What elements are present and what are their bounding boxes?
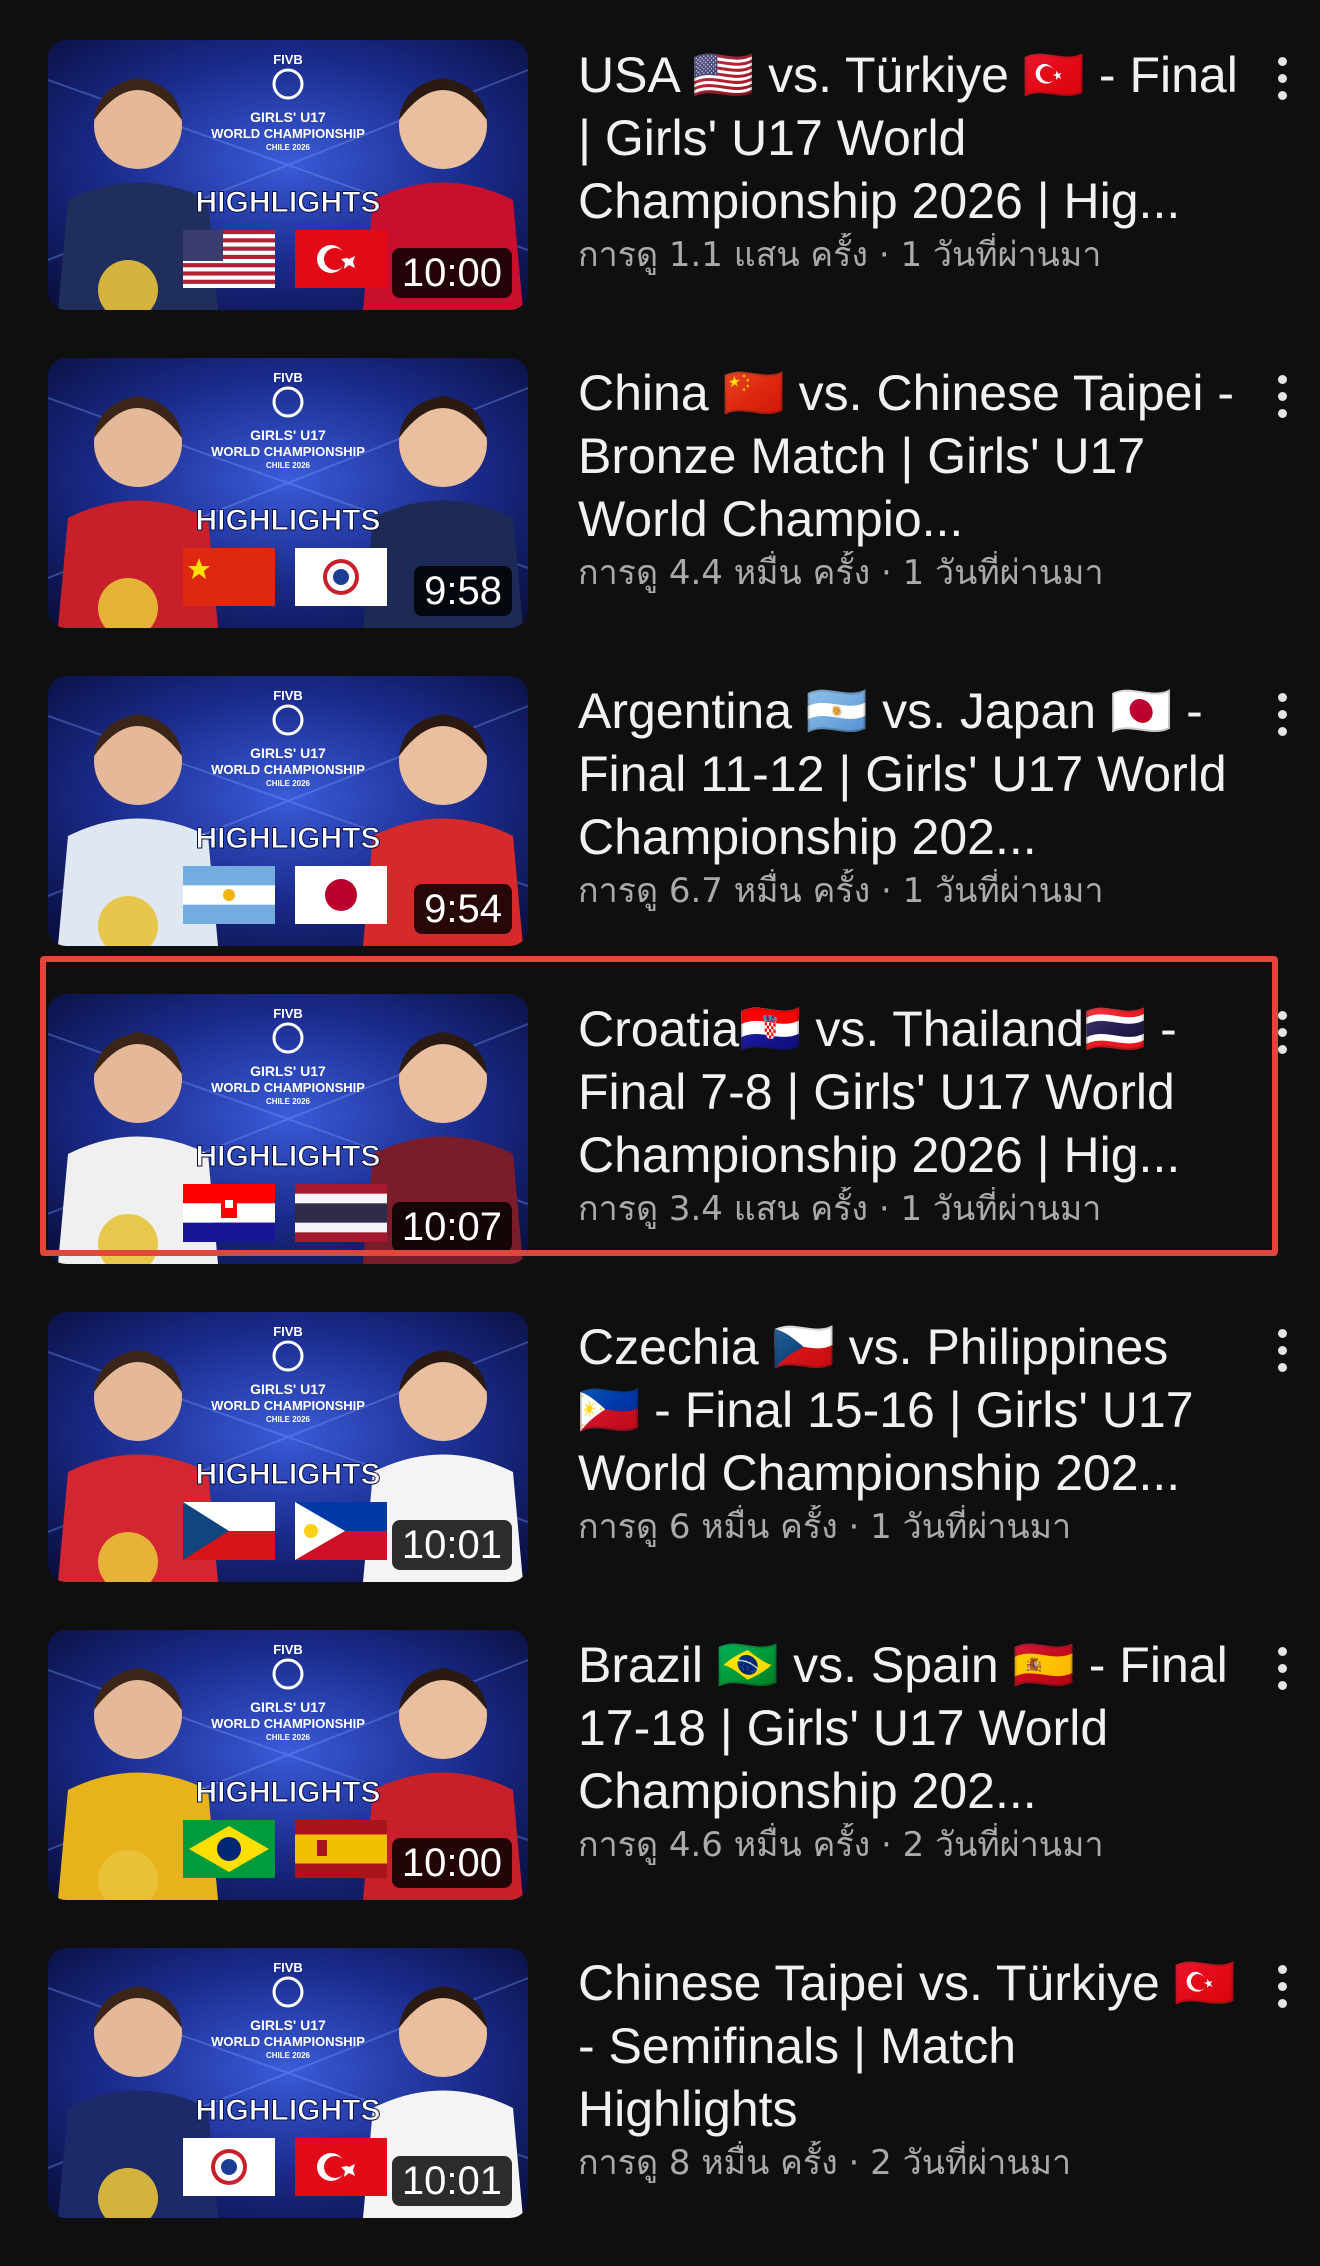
svg-text:HIGHLIGHTS: HIGHLIGHTS (196, 504, 381, 537)
video-meta: การดู 4.6 หมื่น ครั้ง · 2 วันที่ผ่านมา (578, 1825, 1104, 1865)
video-thumbnail[interactable]: FIVB GIRLS' U17 WORLD CHAMPIONSHIP CHILE… (48, 358, 528, 628)
svg-text:FIVB: FIVB (273, 1324, 303, 1339)
svg-text:WORLD CHAMPIONSHIP: WORLD CHAMPIONSHIP (211, 444, 365, 459)
more-options-icon[interactable] (1262, 1320, 1302, 1380)
svg-text:GIRLS' U17: GIRLS' U17 (250, 427, 326, 443)
team-flag-left (183, 866, 275, 924)
svg-text:HIGHLIGHTS: HIGHLIGHTS (196, 186, 381, 219)
svg-text:HIGHLIGHTS: HIGHLIGHTS (196, 822, 381, 855)
team-flag-left (183, 230, 275, 288)
video-title[interactable]: Argentina 🇦🇷 vs. Japan 🇯🇵 - Final 11-12 … (578, 680, 1242, 869)
video-info[interactable]: Chinese Taipei vs. Türkiye 🇹🇷 - Semifina… (578, 1952, 1242, 2185)
svg-text:CHILE 2026: CHILE 2026 (266, 461, 311, 470)
video-item[interactable]: FIVB GIRLS' U17 WORLD CHAMPIONSHIP CHILE… (0, 40, 1320, 358)
video-duration: 9:54 (414, 884, 512, 934)
video-duration: 10:00 (391, 1838, 512, 1888)
svg-text:CHILE 2026: CHILE 2026 (266, 1415, 311, 1424)
video-item[interactable]: FIVB GIRLS' U17 WORLD CHAMPIONSHIP CHILE… (0, 1312, 1320, 1630)
svg-text:FIVB: FIVB (273, 52, 303, 67)
video-thumbnail[interactable]: FIVB GIRLS' U17 WORLD CHAMPIONSHIP CHILE… (48, 40, 528, 310)
team-flag-left (183, 1820, 275, 1878)
svg-text:CHILE 2026: CHILE 2026 (266, 779, 311, 788)
video-duration: 10:01 (391, 2156, 512, 2206)
svg-text:GIRLS' U17: GIRLS' U17 (250, 745, 326, 761)
video-title[interactable]: Brazil 🇧🇷 vs. Spain 🇪🇸 - Final 17-18 | G… (578, 1634, 1242, 1823)
team-flag-right (295, 2138, 387, 2196)
team-flag-left (183, 548, 275, 606)
video-title[interactable]: China 🇨🇳 vs. Chinese Taipei - Bronze Mat… (578, 362, 1242, 551)
svg-text:GIRLS' U17: GIRLS' U17 (250, 1699, 326, 1715)
svg-text:CHILE 2026: CHILE 2026 (266, 143, 311, 152)
video-meta: การดู 1.1 แสน ครั้ง · 1 วันที่ผ่านมา (578, 235, 1102, 275)
svg-text:WORLD CHAMPIONSHIP: WORLD CHAMPIONSHIP (211, 126, 365, 141)
svg-text:FIVB: FIVB (273, 1960, 303, 1975)
svg-text:FIVB: FIVB (273, 1642, 303, 1657)
team-flag-right (295, 548, 387, 606)
team-flag-right (295, 230, 387, 288)
team-flag-left (183, 2138, 275, 2196)
svg-text:HIGHLIGHTS: HIGHLIGHTS (196, 1776, 381, 1809)
video-info[interactable]: Brazil 🇧🇷 vs. Spain 🇪🇸 - Final 17-18 | G… (578, 1634, 1242, 1867)
video-title[interactable]: Czechia 🇨🇿 vs. Philippines 🇵🇭 - Final 15… (578, 1316, 1242, 1505)
video-thumbnail[interactable]: FIVB GIRLS' U17 WORLD CHAMPIONSHIP CHILE… (48, 1630, 528, 1900)
team-flag-right (295, 1502, 387, 1560)
video-meta: การดู 8 หมื่น ครั้ง · 2 วันที่ผ่านมา (578, 2143, 1072, 2183)
svg-text:GIRLS' U17: GIRLS' U17 (250, 1381, 326, 1397)
video-info[interactable]: China 🇨🇳 vs. Chinese Taipei - Bronze Mat… (578, 362, 1242, 595)
video-item[interactable]: FIVB GIRLS' U17 WORLD CHAMPIONSHIP CHILE… (0, 358, 1320, 676)
video-meta: การดู 6 หมื่น ครั้ง · 1 วันที่ผ่านมา (578, 1507, 1072, 1547)
more-options-icon[interactable] (1262, 1638, 1302, 1698)
svg-text:HIGHLIGHTS: HIGHLIGHTS (196, 1458, 381, 1491)
video-duration: 10:00 (391, 248, 512, 298)
video-item[interactable]: FIVB GIRLS' U17 WORLD CHAMPIONSHIP CHILE… (0, 1948, 1320, 2266)
video-info[interactable]: Czechia 🇨🇿 vs. Philippines 🇵🇭 - Final 15… (578, 1316, 1242, 1549)
video-info[interactable]: USA 🇺🇸 vs. Türkiye 🇹🇷 - Final | Girls' U… (578, 44, 1242, 277)
video-duration: 9:58 (414, 566, 512, 616)
video-item[interactable]: FIVB GIRLS' U17 WORLD CHAMPIONSHIP CHILE… (0, 1630, 1320, 1948)
svg-text:FIVB: FIVB (273, 370, 303, 385)
video-thumbnail[interactable]: FIVB GIRLS' U17 WORLD CHAMPIONSHIP CHILE… (48, 1312, 528, 1582)
team-flag-right (295, 1820, 387, 1878)
team-flag-left (183, 1502, 275, 1560)
video-title[interactable]: USA 🇺🇸 vs. Türkiye 🇹🇷 - Final | Girls' U… (578, 44, 1242, 233)
team-flag-right (295, 866, 387, 924)
svg-text:FIVB: FIVB (273, 688, 303, 703)
svg-text:WORLD CHAMPIONSHIP: WORLD CHAMPIONSHIP (211, 1716, 365, 1731)
selection-highlight-box (40, 956, 1278, 1256)
svg-text:WORLD CHAMPIONSHIP: WORLD CHAMPIONSHIP (211, 762, 365, 777)
svg-text:HIGHLIGHTS: HIGHLIGHTS (196, 2094, 381, 2127)
video-duration: 10:01 (391, 1520, 512, 1570)
svg-text:GIRLS' U17: GIRLS' U17 (250, 2017, 326, 2033)
svg-text:CHILE 2026: CHILE 2026 (266, 2051, 311, 2060)
more-options-icon[interactable] (1262, 48, 1302, 108)
video-info[interactable]: Argentina 🇦🇷 vs. Japan 🇯🇵 - Final 11-12 … (578, 680, 1242, 913)
svg-text:WORLD CHAMPIONSHIP: WORLD CHAMPIONSHIP (211, 2034, 365, 2049)
video-meta: การดู 6.7 หมื่น ครั้ง · 1 วันที่ผ่านมา (578, 871, 1104, 911)
svg-text:CHILE 2026: CHILE 2026 (266, 1733, 311, 1742)
video-item[interactable]: FIVB GIRLS' U17 WORLD CHAMPIONSHIP CHILE… (0, 676, 1320, 994)
more-options-icon[interactable] (1262, 366, 1302, 426)
video-title[interactable]: Chinese Taipei vs. Türkiye 🇹🇷 - Semifina… (578, 1952, 1242, 2141)
more-options-icon[interactable] (1262, 684, 1302, 744)
video-meta: การดู 4.4 หมื่น ครั้ง · 1 วันที่ผ่านมา (578, 553, 1104, 593)
svg-text:GIRLS' U17: GIRLS' U17 (250, 109, 326, 125)
more-options-icon[interactable] (1262, 1956, 1302, 2016)
svg-text:WORLD CHAMPIONSHIP: WORLD CHAMPIONSHIP (211, 1398, 365, 1413)
video-thumbnail[interactable]: FIVB GIRLS' U17 WORLD CHAMPIONSHIP CHILE… (48, 1948, 528, 2218)
video-thumbnail[interactable]: FIVB GIRLS' U17 WORLD CHAMPIONSHIP CHILE… (48, 676, 528, 946)
